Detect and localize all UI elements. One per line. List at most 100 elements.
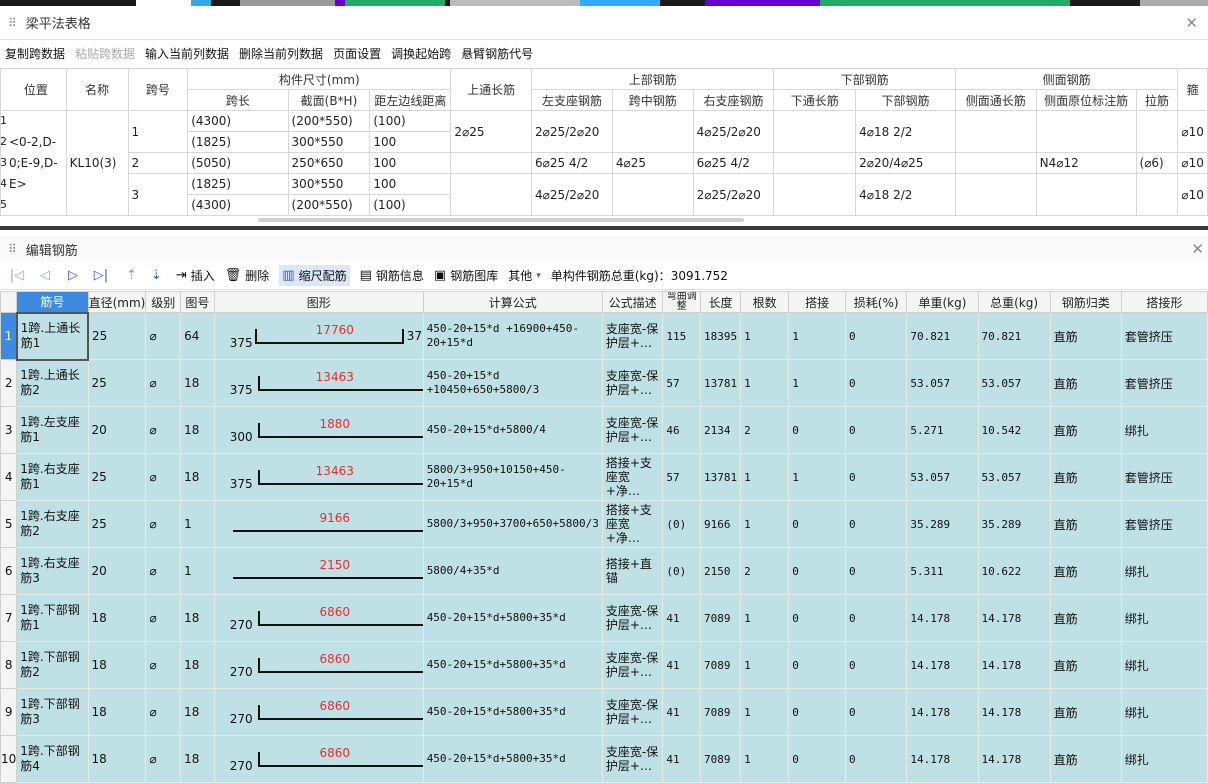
formula-desc-cell[interactable]: 搭接+支座宽+净… (601, 500, 664, 548)
formula-cell[interactable]: 450-20+15*d+5800+35*d (422, 688, 603, 736)
count-cell[interactable]: 1 (740, 453, 790, 501)
edge-dist-cell[interactable]: 100 (369, 152, 452, 174)
total-weight-cell[interactable]: 53.057 (977, 359, 1051, 407)
formula-cell[interactable]: 450-20+15*d +10450+650+5800/3 (422, 359, 603, 407)
span-len-cell[interactable]: (4300) (187, 194, 289, 216)
section-cell[interactable]: 250*650 (287, 152, 371, 174)
horizontal-scrollbar[interactable] (258, 218, 744, 222)
loss-cell[interactable]: 0 (844, 688, 908, 736)
total-weight-cell[interactable]: 10.542 (977, 406, 1051, 454)
col-right-support[interactable]: 右支座钢筋 (692, 89, 775, 111)
bend-adjust-cell[interactable]: 57 (662, 453, 701, 501)
grade-cell[interactable]: ⌀ (145, 359, 182, 407)
formula-cell[interactable]: 450-20+15*d+5800+35*d (422, 594, 603, 642)
grade-cell[interactable]: ⌀ (145, 547, 182, 595)
total-weight-cell[interactable]: 14.178 (977, 735, 1051, 783)
formula-cell[interactable]: 450-20+15*d+5800+35*d (422, 641, 603, 689)
formula-desc-cell[interactable]: 搭接+直锚 (601, 547, 664, 595)
span-len-cell[interactable]: (1825) (187, 131, 289, 153)
tie-cell[interactable]: (⌀6) (1135, 152, 1179, 174)
table-row[interactable]: 6 1跨.右支座筋3 20 ⌀ 1 2150 5800/4+35*d 搭接+直锚 (0) 2150… (0, 547, 1208, 595)
bend-adjust-cell[interactable]: 41 (662, 688, 701, 736)
bar-name-cell[interactable]: 1跨.下部钢筋4 (16, 735, 89, 783)
right-support-cell[interactable]: 6⌀25 4/2 (692, 152, 775, 174)
mid-span-cell[interactable] (611, 110, 694, 153)
grade-cell[interactable]: ⌀ (145, 406, 182, 454)
col-left-support[interactable]: 左支座钢筋 (531, 89, 613, 111)
length-cell[interactable]: 9166 (699, 500, 742, 548)
total-weight-cell[interactable]: 70.821 (977, 312, 1051, 360)
grade-cell[interactable]: ⌀ (145, 500, 182, 548)
total-weight-cell[interactable]: 53.057 (977, 453, 1051, 501)
length-cell[interactable]: 7089 (699, 641, 742, 689)
column-header[interactable]: 总重(kg) (977, 291, 1051, 313)
unit-weight-cell[interactable]: 53.057 (906, 359, 979, 407)
col-bottom-steel[interactable]: 下部钢筋 (773, 68, 956, 90)
right-support-cell[interactable]: 2⌀25/2⌀20 (692, 173, 775, 216)
bottom-long-cell[interactable] (773, 173, 857, 216)
span-len-cell[interactable]: (1825) (187, 173, 289, 195)
length-cell[interactable]: 13781 (699, 359, 742, 407)
loss-cell[interactable]: 0 (844, 359, 908, 407)
grade-cell[interactable]: ⌀ (145, 688, 182, 736)
category-cell[interactable]: 直筋 (1049, 453, 1122, 501)
side-orig-cell[interactable] (1035, 173, 1137, 216)
lap-type-cell[interactable]: 套管挤压 (1120, 500, 1208, 548)
count-cell[interactable]: 1 (740, 594, 790, 642)
page-setup-button[interactable]: 页面设置 (333, 45, 381, 62)
column-header[interactable]: 搭接形 (1120, 291, 1208, 313)
lap-cell[interactable]: 0 (788, 500, 846, 548)
mid-span-cell[interactable] (611, 173, 694, 216)
formula-desc-cell[interactable]: 支座宽-保护层+… (601, 312, 664, 360)
category-cell[interactable]: 直筋 (1049, 594, 1122, 642)
side-long-cell[interactable] (954, 173, 1037, 216)
bar-name-cell[interactable]: 1跨.下部钢筋3 (16, 688, 89, 736)
lap-cell[interactable]: 0 (788, 735, 846, 783)
top-long-cell[interactable] (450, 173, 533, 216)
col-tie[interactable]: 拉筋 (1135, 89, 1179, 111)
formula-desc-cell[interactable]: 支座宽-保护层+… (601, 359, 664, 407)
diameter-cell[interactable]: 18 (87, 594, 147, 642)
col-mid-span[interactable]: 跨中钢筋 (611, 89, 694, 111)
figure-no-cell[interactable]: 18 (180, 453, 215, 501)
mid-span-cell[interactable]: 4⌀25 (611, 152, 694, 174)
bottom-bar-cell[interactable]: 2⌀20/4⌀25 (855, 152, 956, 174)
col-span-len[interactable]: 跨长 (187, 89, 289, 111)
tie-cell[interactable] (1135, 173, 1179, 216)
side-orig-cell[interactable]: N4⌀12 (1035, 152, 1137, 174)
close-icon[interactable]: ✕ (1191, 240, 1204, 258)
move-down-button[interactable]: ⇣ (151, 268, 166, 283)
shape-cell[interactable]: 270 6860 (213, 735, 424, 783)
top-long-cell[interactable]: 2⌀25 (450, 110, 533, 153)
row-number[interactable]: 1 (0, 312, 18, 360)
category-cell[interactable]: 直筋 (1049, 547, 1122, 595)
column-header[interactable]: 级别 (145, 291, 182, 313)
position-cell[interactable]: <0-2,D-0;E-9,D-E> (0, 110, 67, 216)
close-icon[interactable]: ✕ (1185, 14, 1198, 32)
unit-weight-cell[interactable]: 14.178 (906, 641, 979, 689)
shape-cell[interactable]: 270 6860 (213, 641, 424, 689)
rebar-info-button[interactable]: ▤ 钢筋信息 (360, 267, 424, 284)
diameter-cell[interactable]: 20 (87, 547, 147, 595)
formula-desc-cell[interactable]: 搭接+支座宽+净… (601, 453, 664, 501)
column-header[interactable]: 公式描述 (601, 291, 664, 313)
other-menu-button[interactable]: 其他 ▾ (508, 267, 541, 284)
col-side-long[interactable]: 侧面通长筋 (954, 89, 1037, 111)
formula-cell[interactable]: 450-20+15*d +16900+450-20+15*d (422, 312, 603, 360)
figure-no-cell[interactable]: 1 (180, 547, 215, 595)
delete-column-button[interactable]: 删除当前列数据 (239, 45, 323, 62)
bottom-bar-cell[interactable]: 4⌀18 2/2 (855, 110, 956, 153)
figure-no-cell[interactable]: 18 (180, 359, 215, 407)
left-support-cell[interactable]: 6⌀25 4/2 (531, 152, 613, 174)
input-column-button[interactable]: 输入当前列数据 (145, 45, 229, 62)
grade-cell[interactable]: ⌀ (145, 453, 182, 501)
total-weight-cell[interactable]: 14.178 (977, 594, 1051, 642)
table-row[interactable]: 10 1跨.下部钢筋4 18 ⌀ 18 270 6860 450-20+15*d+5800+3… (0, 735, 1208, 783)
total-weight-cell[interactable]: 14.178 (977, 641, 1051, 689)
category-cell[interactable]: 直筋 (1049, 406, 1122, 454)
stirrup-cell[interactable]: ⌀10 (1177, 173, 1208, 216)
column-header[interactable]: 损耗(%) (844, 291, 908, 313)
span-len-cell[interactable]: (4300) (187, 110, 289, 132)
row-number[interactable]: 10 (0, 735, 18, 783)
delete-button[interactable]: 🗑 删除 (225, 267, 270, 284)
